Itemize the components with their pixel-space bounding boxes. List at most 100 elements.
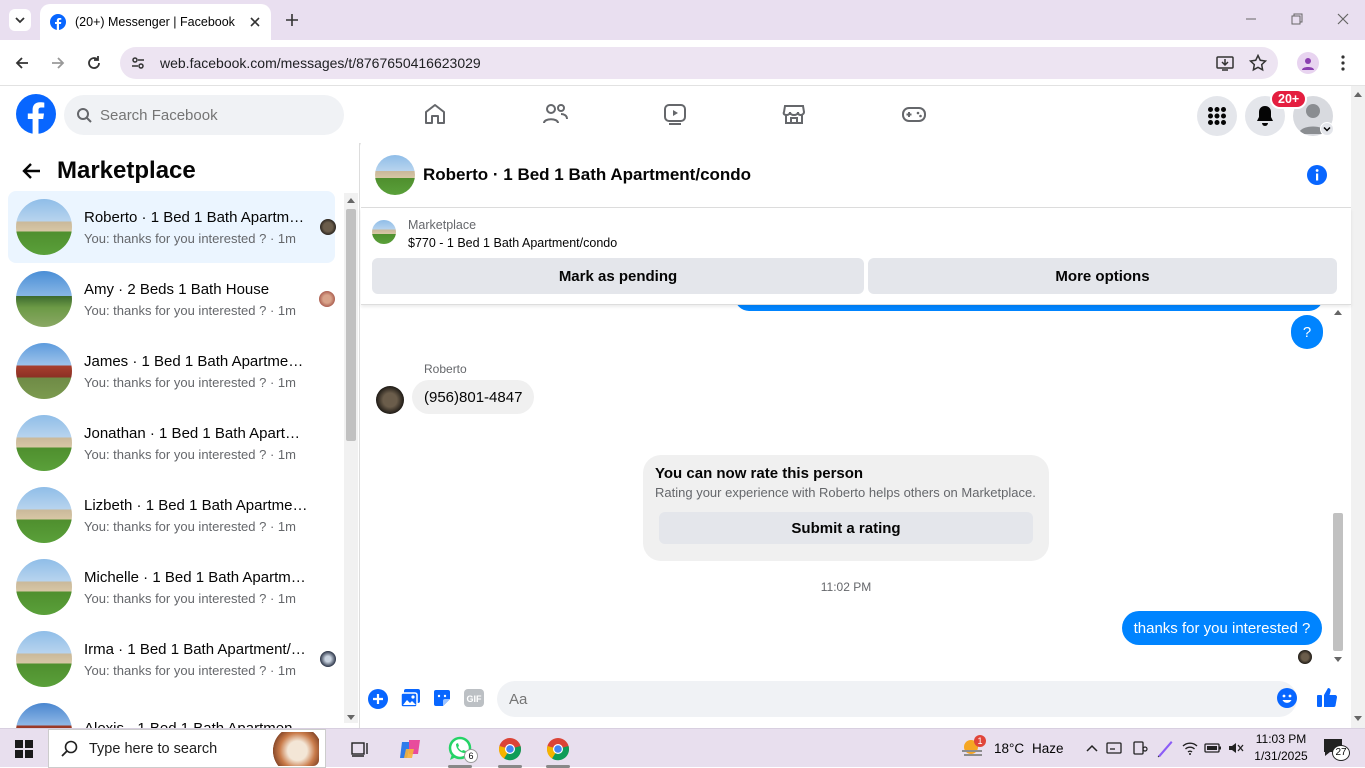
chrome-profile-button[interactable]: [538, 733, 578, 768]
photo-icon[interactable]: [400, 688, 421, 708]
listing-title[interactable]: $770 - 1 Bed 1 Bath Apartment/condo: [408, 236, 617, 250]
account-chevron[interactable]: [1320, 122, 1334, 136]
back-arrow-icon[interactable]: [22, 162, 42, 180]
browser-menu-icon[interactable]: [1337, 54, 1349, 72]
reload-icon[interactable]: [86, 55, 102, 71]
grid-menu-icon: [1208, 107, 1226, 125]
search-icon: [77, 108, 92, 123]
conversation-name: James · 1 Bed 1 Bath Apartment/condo: [84, 352, 310, 370]
conversation-item[interactable]: Irma · 1 Bed 1 Bath Apartment/condo You: …: [8, 623, 336, 695]
page-scrollbar[interactable]: [1351, 86, 1365, 728]
wifi-icon[interactable]: [1182, 741, 1198, 755]
sidebar-scrollbar[interactable]: [344, 193, 358, 723]
message-input[interactable]: [497, 681, 1297, 717]
scroll-down-icon[interactable]: [347, 715, 355, 721]
outgoing-message[interactable]: thanks for you interested ?: [1122, 611, 1322, 645]
clock-time: 11:03 PM: [1255, 732, 1307, 746]
profile-icon[interactable]: [1297, 52, 1319, 74]
facebook-search[interactable]: [64, 95, 344, 135]
incoming-message[interactable]: (956)801-4847: [412, 380, 535, 414]
conversation-item[interactable]: Alexis · 1 Bed 1 Bath Apartment/condo: [8, 695, 335, 728]
search-input[interactable]: [100, 106, 320, 124]
scrollbar-thumb[interactable]: [346, 209, 356, 441]
back-arrow-icon[interactable]: [14, 55, 30, 71]
more-options-button[interactable]: More options: [868, 258, 1337, 294]
scroll-up-icon[interactable]: [347, 197, 355, 203]
windows-start-icon[interactable]: [15, 740, 33, 758]
chrome-button[interactable]: [490, 733, 530, 768]
scroll-up-icon[interactable]: [1334, 309, 1342, 315]
forward-arrow-icon[interactable]: [50, 55, 66, 71]
task-view-button[interactable]: [340, 733, 380, 765]
video-icon[interactable]: [663, 102, 687, 126]
copilot-button[interactable]: [390, 733, 430, 765]
new-tab-icon[interactable]: [282, 10, 302, 30]
site-info-icon[interactable]: [130, 55, 146, 71]
camera-icon[interactable]: [1132, 740, 1148, 756]
listing-thumbnail[interactable]: [372, 220, 396, 244]
chat-avatar[interactable]: [375, 155, 415, 195]
scroll-down-icon[interactable]: [1334, 657, 1342, 663]
pen-icon[interactable]: [1156, 738, 1174, 758]
bookmark-star-icon[interactable]: [1249, 54, 1267, 72]
mark-pending-button[interactable]: Mark as pending: [372, 258, 864, 294]
taskbar-clock[interactable]: 11:03 PM 1/31/2025: [1250, 731, 1312, 765]
emoji-icon[interactable]: [1277, 688, 1297, 708]
search-highlight-icon[interactable]: [271, 732, 319, 766]
plus-circle-icon[interactable]: [368, 689, 388, 709]
conversation-item[interactable]: Michelle · 1 Bed 1 Bath Apartment/condo Y…: [8, 551, 335, 623]
chat-scrollbar[interactable]: [1331, 305, 1345, 669]
listing-thumbnail: [16, 415, 72, 471]
battery-icon[interactable]: [1204, 741, 1222, 755]
chat-panel: Roberto · 1 Bed 1 Bath Apartment/condo M…: [361, 143, 1351, 728]
listing-thumbnail: [16, 559, 72, 615]
minimize-icon[interactable]: [1244, 12, 1258, 26]
facebook-logo-icon[interactable]: [16, 94, 56, 134]
install-app-icon[interactable]: [1216, 54, 1234, 72]
meet-now-icon[interactable]: [1106, 740, 1122, 756]
conversation-item[interactable]: James · 1 Bed 1 Bath Apartment/condo You:…: [8, 335, 335, 407]
chevron-up-icon[interactable]: [1086, 743, 1098, 753]
taskbar-search[interactable]: Type here to search: [48, 729, 326, 768]
marketplace-icon[interactable]: [782, 102, 806, 126]
sender-name: Roberto: [424, 362, 467, 376]
submit-rating-button[interactable]: Submit a rating: [659, 512, 1033, 544]
home-icon[interactable]: [423, 102, 447, 126]
sender-avatar[interactable]: [376, 386, 404, 414]
browser-tab[interactable]: (20+) Messenger | Facebook: [40, 4, 271, 40]
friends-icon[interactable]: [542, 102, 568, 126]
gaming-icon[interactable]: [902, 102, 926, 126]
close-window-icon[interactable]: [1336, 12, 1350, 26]
conversation-item[interactable]: Amy · 2 Beds 1 Bath House You: thanks for…: [8, 263, 335, 335]
seen-placeholder: [320, 579, 336, 595]
read-receipt-avatar: [1298, 650, 1312, 664]
conversation-item[interactable]: Jonathan · 1 Bed 1 Bath Apartment/condo Y…: [8, 407, 335, 479]
listing-label: Marketplace: [408, 218, 477, 232]
info-icon[interactable]: [1307, 165, 1327, 185]
chat-title[interactable]: Roberto · 1 Bed 1 Bath Apartment/condo: [423, 165, 751, 185]
scroll-up-icon[interactable]: [1354, 91, 1362, 97]
scrollbar-thumb[interactable]: [1333, 513, 1343, 651]
address-bar[interactable]: web.facebook.com/messages/t/876765041662…: [120, 47, 1278, 79]
conversation-item[interactable]: Lizbeth · 1 Bed 1 Bath Apartment/condo Yo…: [8, 479, 335, 551]
conversation-preview: You: thanks for you interested ? · 1m: [84, 662, 296, 678]
listing-thumbnail: [16, 343, 72, 399]
close-tab-icon[interactable]: [249, 16, 261, 28]
conversation-item[interactable]: Roberto · 1 Bed 1 Bath Apartment/condo Yo…: [8, 191, 336, 263]
whatsapp-button[interactable]: 6: [440, 733, 480, 768]
scroll-down-icon[interactable]: [1354, 716, 1362, 722]
sticker-icon[interactable]: [432, 688, 452, 708]
facebook-favicon-icon: [50, 14, 66, 30]
tab-list-button[interactable]: [9, 9, 31, 31]
outgoing-message[interactable]: ?: [1291, 315, 1323, 349]
thumbs-up-icon[interactable]: [1316, 686, 1338, 708]
restore-icon[interactable]: [1290, 12, 1304, 26]
weather-widget[interactable]: 1: [960, 735, 986, 759]
rating-title: You can now rate this person: [655, 465, 864, 482]
clock-date: 1/31/2025: [1254, 749, 1308, 763]
notification-center[interactable]: 27: [1322, 737, 1352, 761]
gif-icon[interactable]: GIF: [463, 688, 485, 708]
menu-button[interactable]: [1197, 96, 1237, 136]
volume-muted-icon[interactable]: [1228, 741, 1244, 755]
listing-thumbnail: [16, 703, 72, 728]
